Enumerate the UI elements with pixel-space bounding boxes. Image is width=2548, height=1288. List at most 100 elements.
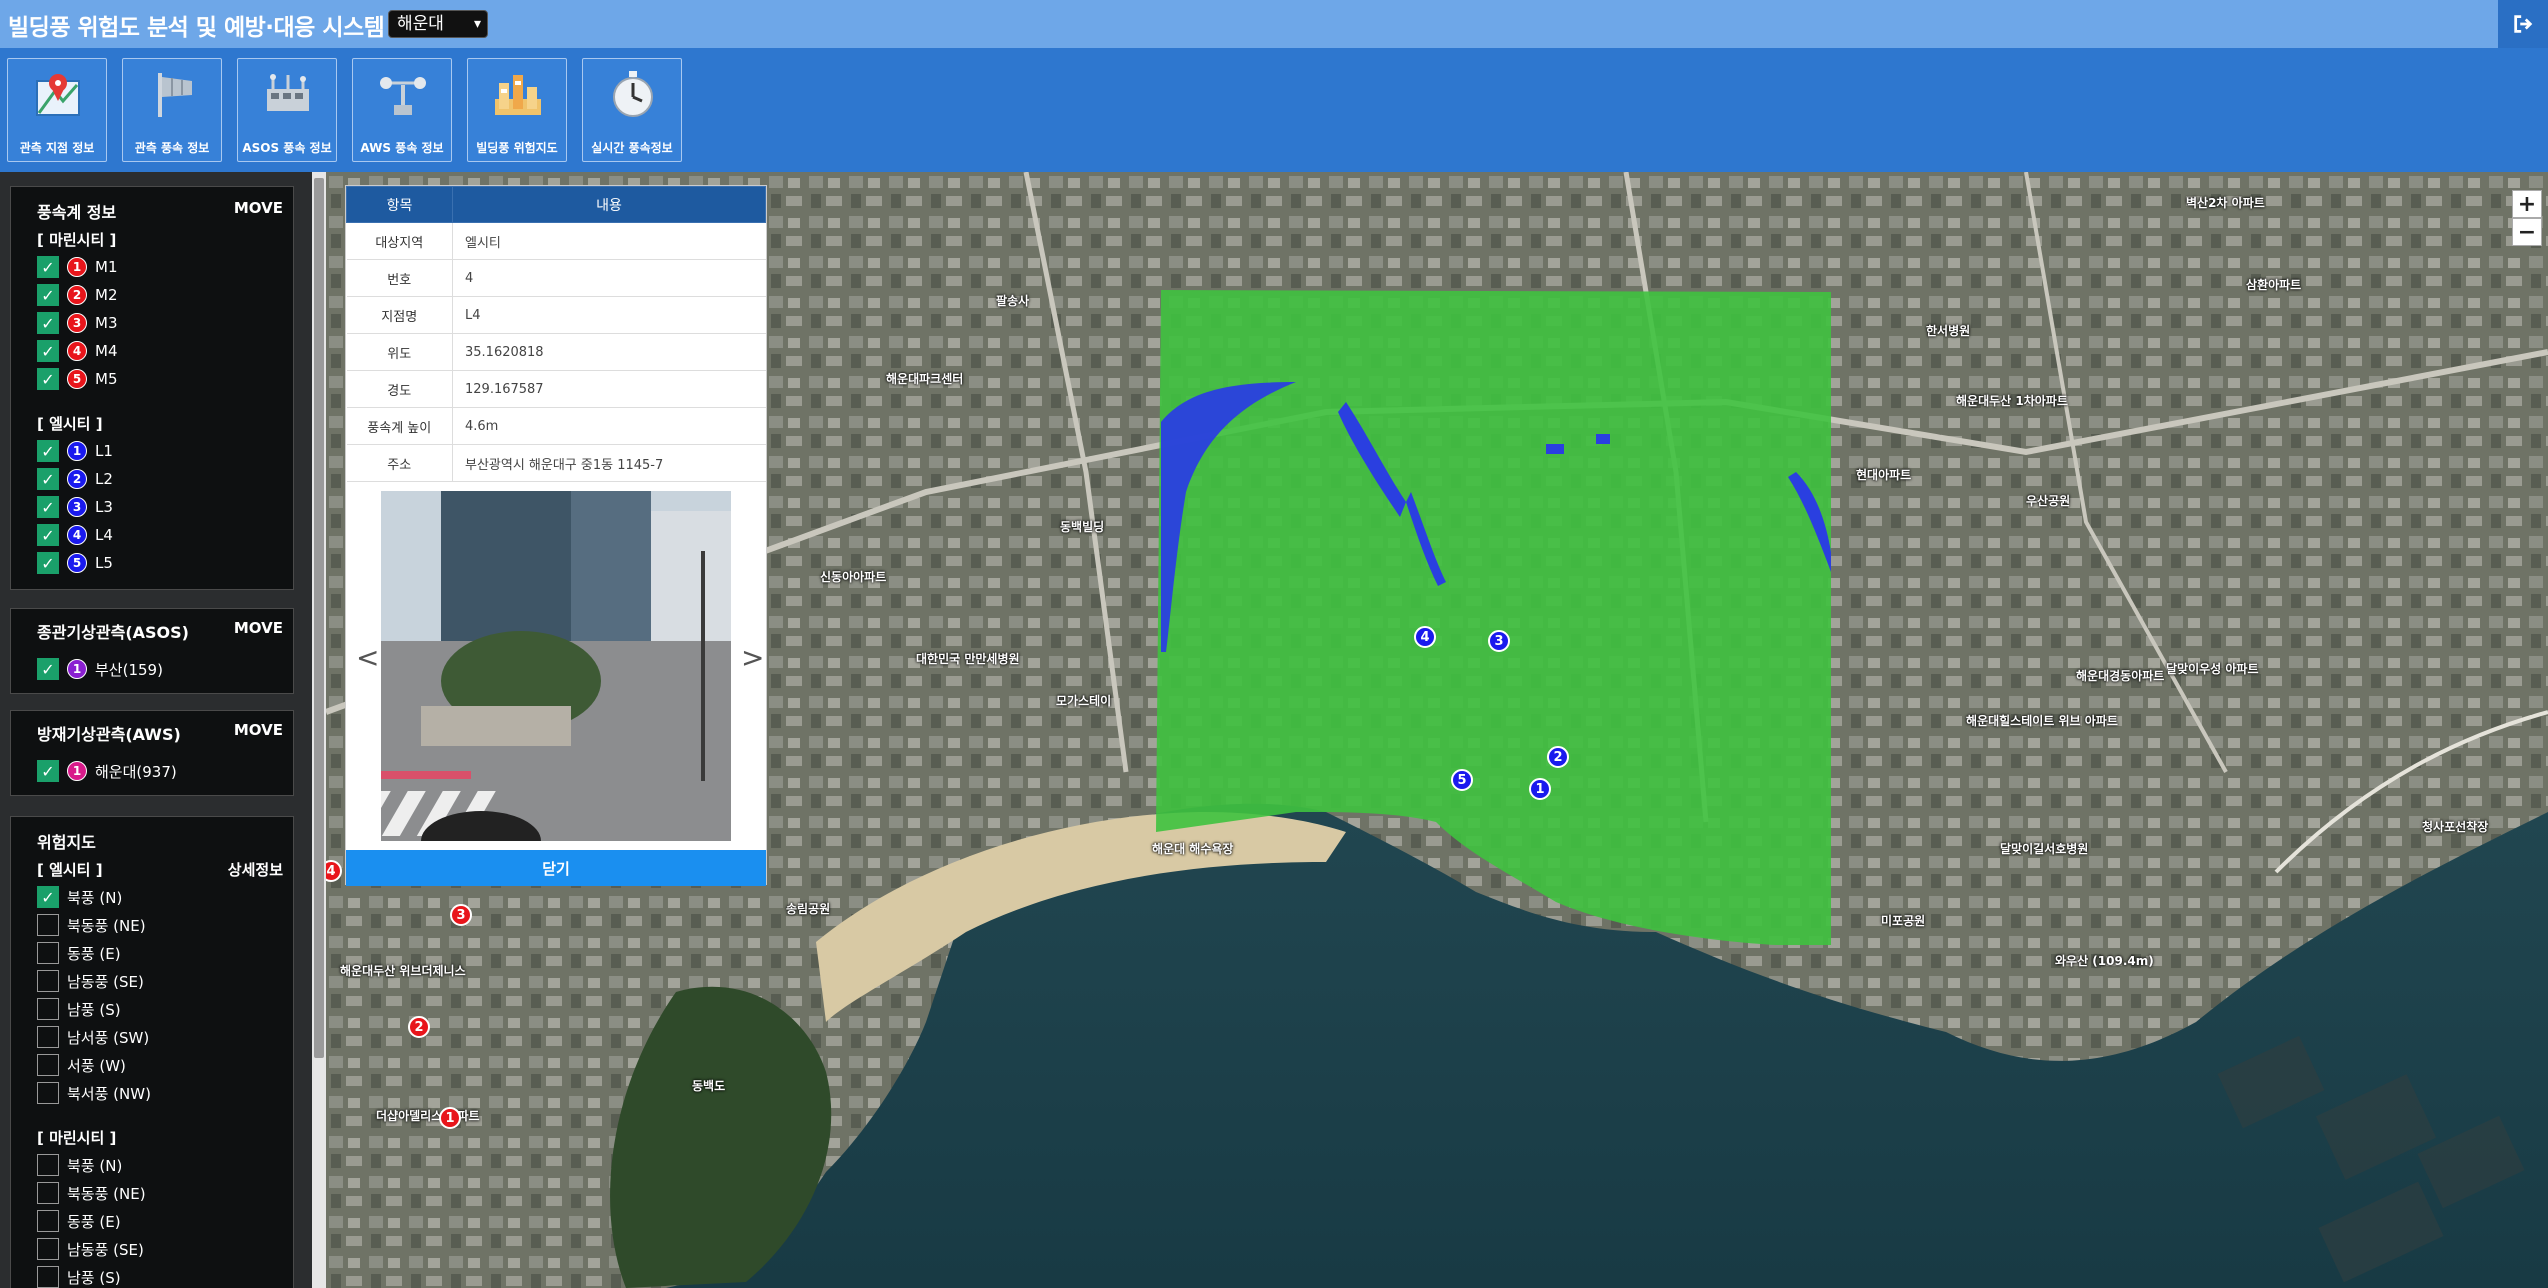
wind-marker-l4[interactable]: 4: [1414, 626, 1436, 648]
checkbox[interactable]: [37, 340, 59, 362]
checkbox[interactable]: [37, 970, 59, 992]
detail-button[interactable]: 상세정보: [228, 859, 283, 880]
checkbox[interactable]: [37, 1182, 59, 1204]
wind-marker-l1[interactable]: 1: [1529, 778, 1551, 800]
risk-row-n[interactable]: 북풍 (N): [37, 885, 122, 909]
checkbox[interactable]: [37, 914, 59, 936]
realtime-wind-button[interactable]: 실시간 풍속정보: [582, 58, 682, 162]
checkbox[interactable]: [37, 942, 59, 964]
wind-direction-label: 북풍 (N): [67, 888, 123, 907]
wind-marker-m3[interactable]: 3: [450, 904, 472, 926]
zoom-out-button[interactable]: −: [2512, 218, 2542, 246]
checkbox[interactable]: [37, 468, 59, 490]
gauge-label: L1: [95, 442, 113, 460]
checkbox[interactable]: [37, 1054, 59, 1076]
wind-direction-label: 남동풍 (SE): [67, 972, 144, 991]
wind-marker-m2[interactable]: 2: [408, 1016, 430, 1038]
checkbox[interactable]: [37, 658, 59, 680]
observed-wind-button[interactable]: 관측 풍속 정보: [122, 58, 222, 162]
gauge-row-m4[interactable]: 4 M4: [37, 339, 118, 363]
wind-direction-label: 북서풍 (NW): [67, 1084, 151, 1103]
checkbox[interactable]: [37, 886, 59, 908]
building-wind-risk-map-button[interactable]: 빌딩풍 위험지도: [467, 58, 567, 162]
gauge-label: L3: [95, 498, 113, 516]
risk-row-se[interactable]: 남동풍 (SE): [37, 1237, 144, 1261]
scrollbar-thumb[interactable]: [314, 178, 324, 1058]
risk-row-ne[interactable]: 북동풍 (NE): [37, 913, 146, 937]
gauge-row-m3[interactable]: 3 M3: [37, 311, 118, 335]
gauge-row-l4[interactable]: 4 L4: [37, 523, 113, 547]
checkbox[interactable]: [37, 1082, 59, 1104]
move-button[interactable]: MOVE: [234, 619, 283, 637]
checkbox[interactable]: [37, 496, 59, 518]
gauge-row-m1[interactable]: 1 M1: [37, 255, 118, 279]
tool-label: AWS 풍속 정보: [360, 141, 444, 155]
close-button[interactable]: 닫기: [346, 850, 766, 886]
gauge-row-m2[interactable]: 2 M2: [37, 283, 118, 307]
checkbox[interactable]: [37, 998, 59, 1020]
checkbox[interactable]: [37, 1154, 59, 1176]
gauge-row-l1[interactable]: 1 L1: [37, 439, 113, 463]
gauge-label: M3: [95, 314, 118, 332]
gauge-label: M1: [95, 258, 118, 276]
asos-row[interactable]: 1 부산(159): [37, 657, 163, 681]
checkbox[interactable]: [37, 1210, 59, 1232]
table-row: 경도 129.167587: [346, 370, 766, 408]
marker-badge: 2: [67, 469, 87, 489]
move-button[interactable]: MOVE: [234, 721, 283, 739]
risk-row-e[interactable]: 동풍 (E): [37, 1209, 121, 1233]
gauge-row-m5[interactable]: 5 M5: [37, 367, 118, 391]
checkbox[interactable]: [37, 760, 59, 782]
gauge-row-l3[interactable]: 3 L3: [37, 495, 113, 519]
risk-row-ne[interactable]: 북동풍 (NE): [37, 1181, 146, 1205]
gauge-row-l2[interactable]: 2 L2: [37, 467, 113, 491]
wind-marker-l3[interactable]: 3: [1488, 630, 1510, 652]
toolbar: 관측 지점 정보 관측 풍속 정보 ASOS 풍속 정보 AWS 풍속 정보 빌…: [0, 48, 2548, 172]
aws-row[interactable]: 1 해운대(937): [37, 759, 177, 783]
prev-photo-button[interactable]: <: [356, 641, 379, 674]
checkbox[interactable]: [37, 524, 59, 546]
map-label: 신동아아파트: [820, 570, 887, 584]
checkbox[interactable]: [37, 284, 59, 306]
checkbox[interactable]: [37, 1026, 59, 1048]
risk-row-se[interactable]: 남동풍 (SE): [37, 969, 144, 993]
aws-wind-button[interactable]: AWS 풍속 정보: [352, 58, 452, 162]
risk-row-n[interactable]: 북풍 (N): [37, 1153, 122, 1177]
panel-title: 방재기상관측(AWS): [37, 725, 181, 744]
risk-row-s[interactable]: 남풍 (S): [37, 997, 121, 1021]
risk-row-w[interactable]: 서풍 (W): [37, 1053, 126, 1077]
checkbox[interactable]: [37, 1238, 59, 1260]
move-button[interactable]: MOVE: [234, 199, 283, 217]
region-select-value: 해운대: [397, 14, 444, 34]
checkbox[interactable]: [37, 368, 59, 390]
next-photo-button[interactable]: >: [741, 641, 764, 674]
gauge-label: M4: [95, 342, 118, 360]
logout-button[interactable]: [2498, 0, 2548, 48]
gauge-label: L4: [95, 526, 113, 544]
checkbox[interactable]: [37, 440, 59, 462]
risk-row-e[interactable]: 동풍 (E): [37, 941, 121, 965]
checkbox[interactable]: [37, 312, 59, 334]
marker-badge: 1: [67, 441, 87, 461]
asos-wind-button[interactable]: ASOS 풍속 정보: [237, 58, 337, 162]
wind-marker-l2[interactable]: 2: [1547, 746, 1569, 768]
left-panel: 풍속계 정보 MOVE [ 마린시티 ] 1 M1 2 M2 3 M3 4 M4 5 M5…: [0, 172, 312, 1288]
checkbox[interactable]: [37, 552, 59, 574]
region-select[interactable]: 해운대 ▾: [388, 10, 488, 38]
gauge-row-l5[interactable]: 5 L5: [37, 551, 113, 575]
wind-marker-m1[interactable]: 1: [439, 1107, 461, 1129]
gauge-label: M2: [95, 286, 118, 304]
table-row: 대상지역 엘시티: [346, 222, 766, 260]
risk-row-s[interactable]: 남풍 (S): [37, 1265, 121, 1288]
checkbox[interactable]: [37, 1266, 59, 1288]
row-value: 부산광역시 해운대구 중1동 1145-7: [452, 444, 766, 482]
zoom-in-button[interactable]: +: [2512, 190, 2542, 218]
checkbox[interactable]: [37, 256, 59, 278]
wind-gauge-panel: 풍속계 정보 MOVE [ 마린시티 ] 1 M1 2 M2 3 M3 4 M4 5 M5…: [10, 186, 294, 590]
group-heading: [ 마린시티 ]: [37, 231, 117, 249]
wind-marker-l5[interactable]: 5: [1451, 769, 1473, 791]
row-key: 경도: [346, 370, 453, 408]
risk-row-nw[interactable]: 북서풍 (NW): [37, 1081, 151, 1105]
risk-row-sw[interactable]: 남서풍 (SW): [37, 1025, 149, 1049]
observation-site-button[interactable]: 관측 지점 정보: [7, 58, 107, 162]
